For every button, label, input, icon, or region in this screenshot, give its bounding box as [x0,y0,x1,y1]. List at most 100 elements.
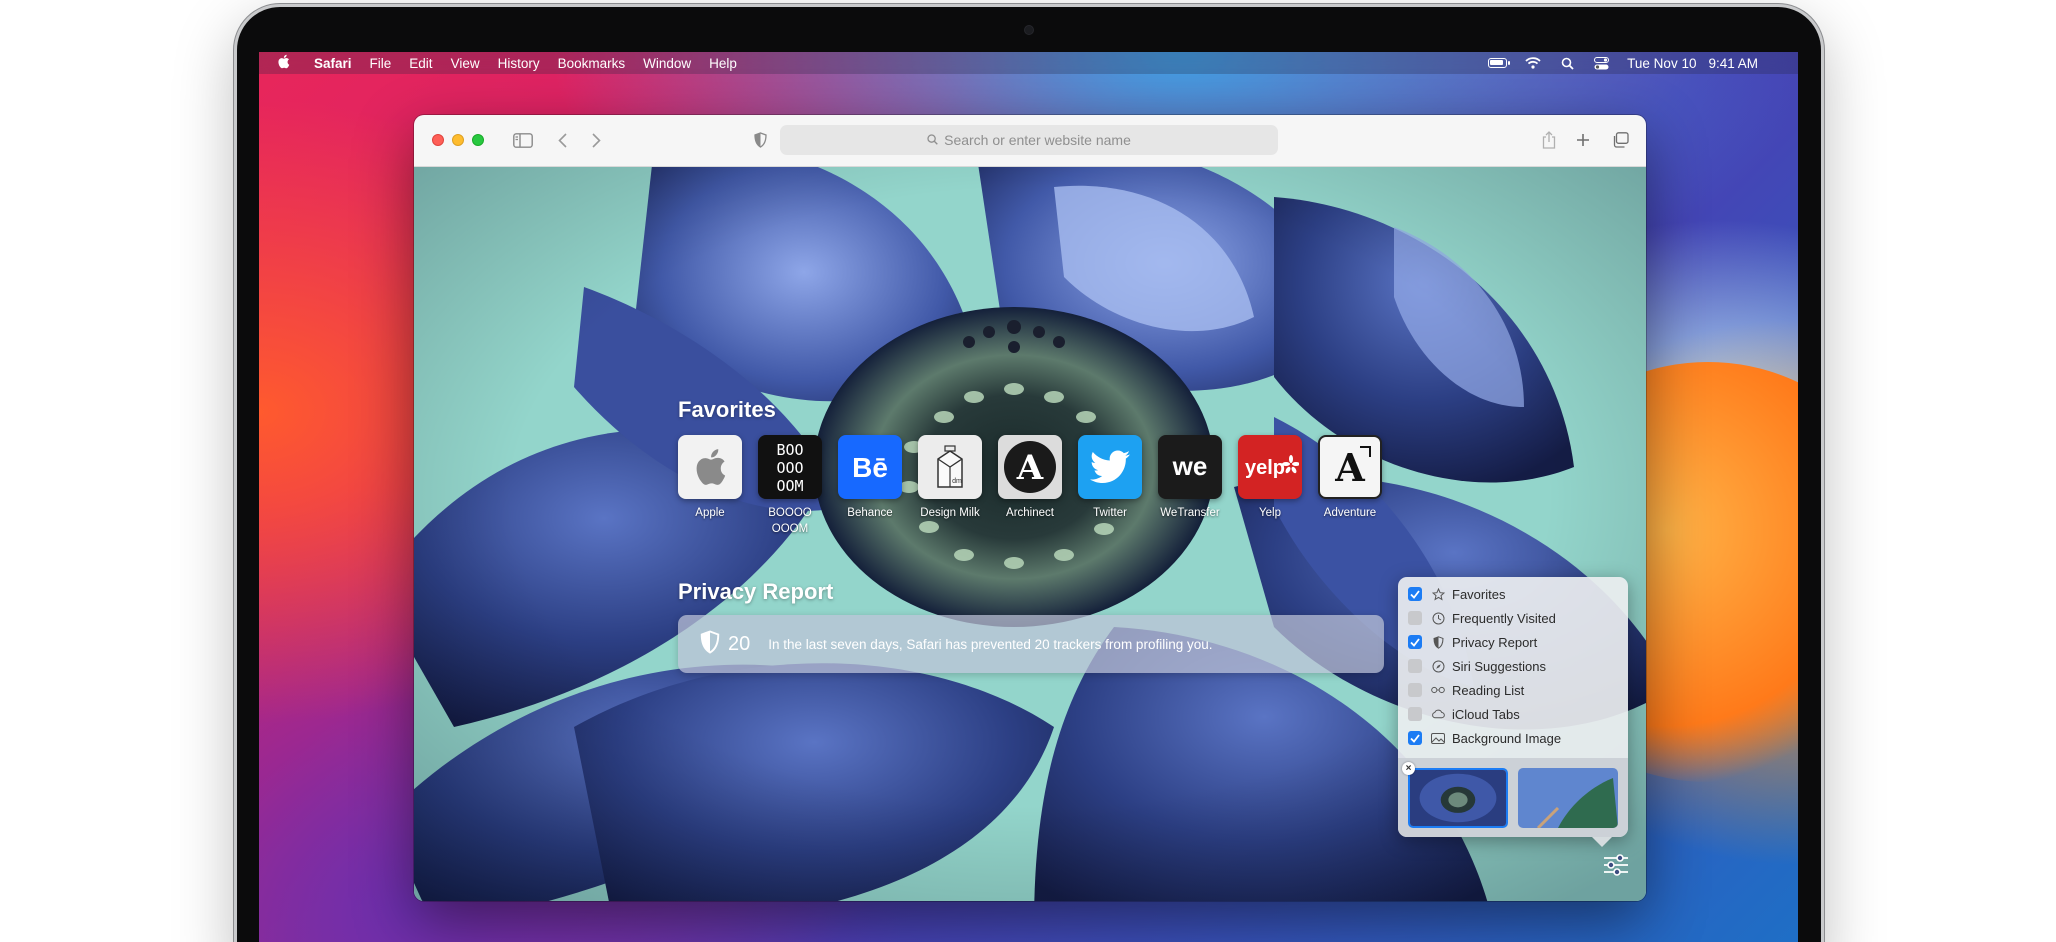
privacy-summary-text: In the last seven days, Safari has preve… [768,636,1213,652]
menu-help[interactable]: Help [709,56,737,71]
battery-icon[interactable] [1488,58,1511,68]
option-label: Background Image [1452,730,1562,746]
archinect-logo-icon: A [998,435,1062,499]
option-privacy-report[interactable]: Privacy Report [1408,633,1537,651]
favorite-wetransfer[interactable]: we WeTransfer [1158,435,1222,537]
privacy-shield-icon[interactable] [752,129,768,151]
control-center-icon[interactable] [1593,56,1609,70]
star-icon [1431,587,1445,601]
checkbox-checked[interactable] [1408,731,1422,745]
favorite-apple[interactable]: Apple [678,435,742,537]
minimize-window-button[interactable] [452,134,464,146]
booooooom-logo-icon: BOO OOO OOM [758,435,822,499]
favorite-adventure[interactable]: A Adventure [1318,435,1382,537]
option-icloud-tabs[interactable]: iCloud Tabs [1408,705,1520,723]
favorite-label: WeTransfer [1160,507,1220,519]
wetransfer-logo-icon: we [1158,435,1222,499]
twitter-bird-icon [1078,435,1142,499]
zoom-window-button[interactable] [472,134,484,146]
option-label: iCloud Tabs [1452,706,1520,722]
favorite-label: Apple [695,507,725,519]
checkbox-unchecked[interactable] [1408,611,1422,625]
background-image-choices: × [1398,758,1628,837]
menu-extras: Tue Nov 10 9:41 AM [1488,52,1758,74]
favorite-design-milk[interactable]: dm Design Milk [918,435,982,537]
svg-text:A: A [1334,445,1365,490]
apple-menu-icon[interactable] [277,54,290,72]
search-icon [927,132,938,148]
favorite-yelp[interactable]: yelp Yelp [1238,435,1302,537]
menu-bookmarks[interactable]: Bookmarks [558,56,626,71]
favorite-label: Adventure [1323,507,1377,519]
favorite-booooooom[interactable]: BOO OOO OOM BOOOO OOOM [758,435,822,537]
option-label: Favorites [1452,586,1506,602]
option-label: Reading List [1452,682,1525,698]
menu-date[interactable]: Tue Nov 10 [1627,56,1696,71]
glasses-icon [1431,683,1445,697]
share-icon[interactable] [1540,129,1558,151]
wifi-icon[interactable] [1525,56,1541,70]
shield-icon [1431,635,1445,649]
option-background-image[interactable]: Background Image [1408,729,1561,747]
forward-icon[interactable] [588,129,604,151]
apple-logo-icon [678,435,742,499]
option-favorites[interactable]: Favorites [1408,585,1505,603]
customize-settings-icon[interactable] [1602,853,1630,877]
favorites-grid: Apple BOO OOO OOM BOOOO OOOM Bē Behance dm… [678,435,1382,537]
clock-icon [1431,611,1445,625]
option-label: Frequently Visited [1452,610,1556,626]
favorite-label: BOOOO OOOM [768,507,812,535]
menu-history[interactable]: History [498,56,540,71]
tab-overview-icon[interactable] [1610,129,1630,151]
adventure-logo-icon: A [1318,435,1382,499]
new-tab-icon[interactable] [1574,129,1592,151]
svg-text:BOO: BOO [776,441,803,459]
svg-text:we: we [1172,453,1208,481]
safari-window: Search or enter website name Favorites A… [414,115,1646,901]
privacy-shield-icon [700,629,720,659]
checkbox-checked[interactable] [1408,635,1422,649]
close-window-button[interactable] [432,134,444,146]
favorites-title: Favorites [678,397,776,422]
start-page: Favorites Apple BOO OOO OOM BOOOO OOOM Bē … [414,167,1646,901]
checkbox-unchecked[interactable] [1408,683,1422,697]
svg-text:dm: dm [952,478,962,485]
favorite-label: Archinect [1006,507,1054,519]
sidebar-toggle-icon[interactable] [512,129,534,151]
checkbox-checked[interactable] [1408,587,1422,601]
back-icon[interactable] [554,129,570,151]
favorite-label: Yelp [1259,507,1281,519]
option-label: Siri Suggestions [1452,658,1546,674]
background-thumbnail-flower[interactable] [1408,768,1508,828]
favorite-archinect[interactable]: A Archinect [998,435,1062,537]
menu-edit[interactable]: Edit [409,56,432,71]
favorite-twitter[interactable]: Twitter [1078,435,1142,537]
svg-text:OOO: OOO [776,459,803,477]
milk-carton-icon: dm [918,435,982,499]
menu-window[interactable]: Window [643,56,691,71]
menu-time[interactable]: 9:41 AM [1708,56,1758,71]
privacy-report-title: Privacy Report [678,579,834,604]
remove-background-icon[interactable]: × [1402,762,1415,775]
spotlight-search-icon[interactable] [1559,56,1575,70]
checkbox-unchecked[interactable] [1408,707,1422,721]
customize-start-page-popover: Favorites Frequently Visited Privacy Rep… [1398,577,1628,847]
option-reading-list[interactable]: Reading List [1408,681,1524,699]
favorite-behance[interactable]: Bē Behance [838,435,902,537]
privacy-report-card[interactable]: 20 In the last seven days, Safari has pr… [678,615,1384,673]
address-bar[interactable]: Search or enter website name [780,125,1278,155]
svg-text:A: A [1016,448,1044,488]
svg-text:yelp: yelp [1245,457,1285,479]
yelp-logo-icon: yelp [1238,435,1302,499]
cloud-icon [1431,707,1445,721]
checkbox-unchecked[interactable] [1408,659,1422,673]
background-thumbnail-leaf[interactable] [1518,768,1618,828]
menu-app-name[interactable]: Safari [314,56,352,71]
behance-logo-icon: Bē [838,435,902,499]
option-frequently-visited[interactable]: Frequently Visited [1408,609,1556,627]
compass-icon [1431,659,1445,673]
option-siri-suggestions[interactable]: Siri Suggestions [1408,657,1546,675]
favorite-label: Behance [847,507,893,519]
menu-file[interactable]: File [370,56,392,71]
menu-view[interactable]: View [451,56,480,71]
